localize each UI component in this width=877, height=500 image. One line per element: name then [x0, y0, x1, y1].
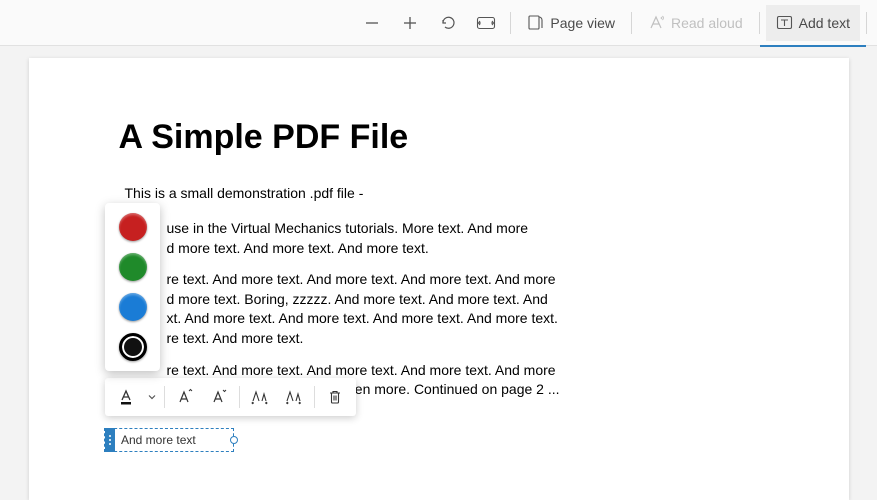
increase-font-button[interactable]: [168, 381, 202, 413]
body-paragraph: use in the Virtual Mechanics tutorials. …: [167, 219, 759, 258]
color-option-black[interactable]: [119, 333, 147, 361]
page-view-icon: [527, 14, 544, 31]
color-option-red[interactable]: [119, 213, 147, 241]
text-color-dropdown[interactable]: [143, 381, 161, 413]
toolbar-separator: [866, 12, 867, 34]
add-text-icon: [776, 14, 793, 31]
text-color-button[interactable]: [109, 381, 143, 413]
add-text-button[interactable]: Add text: [766, 5, 860, 41]
rotate-button[interactable]: [430, 5, 466, 41]
zoom-in-button[interactable]: [392, 5, 428, 41]
read-aloud-icon: [648, 14, 665, 31]
toolbar-separator: [759, 12, 760, 34]
drag-handle[interactable]: [105, 428, 115, 452]
chevron-down-icon: [147, 392, 157, 402]
add-text-label: Add text: [799, 15, 850, 31]
toolbar-separator: [510, 12, 511, 34]
page-view-button[interactable]: Page view: [517, 5, 625, 41]
color-option-blue[interactable]: [119, 293, 147, 321]
decrease-spacing-button[interactable]: [277, 381, 311, 413]
decrease-font-button[interactable]: [202, 381, 236, 413]
text-format-toolbar: [105, 378, 356, 416]
annotation-text: And more text: [121, 433, 196, 447]
format-separator: [239, 386, 240, 408]
document-title: A Simple PDF File: [119, 118, 759, 157]
increase-spacing-button[interactable]: [243, 381, 277, 413]
resize-handle[interactable]: [230, 436, 238, 444]
format-separator: [164, 386, 165, 408]
pdf-toolbar: Page view Read aloud Add text: [0, 0, 877, 46]
color-option-green[interactable]: [119, 253, 147, 281]
trash-icon: [327, 389, 343, 405]
read-aloud-label: Read aloud: [671, 15, 743, 31]
delete-annotation-button[interactable]: [318, 381, 352, 413]
intro-paragraph: This is a small demonstration .pdf file …: [125, 185, 759, 201]
format-separator: [314, 386, 315, 408]
text-annotation-box[interactable]: And more text: [104, 428, 234, 452]
color-picker-popover: [105, 203, 160, 371]
toolbar-separator: [631, 12, 632, 34]
fit-width-button[interactable]: [468, 5, 504, 41]
zoom-out-button[interactable]: [354, 5, 390, 41]
page-view-label: Page view: [550, 15, 615, 31]
body-paragraph: re text. And more text. And more text. A…: [167, 270, 759, 348]
read-aloud-button[interactable]: Read aloud: [638, 5, 753, 41]
